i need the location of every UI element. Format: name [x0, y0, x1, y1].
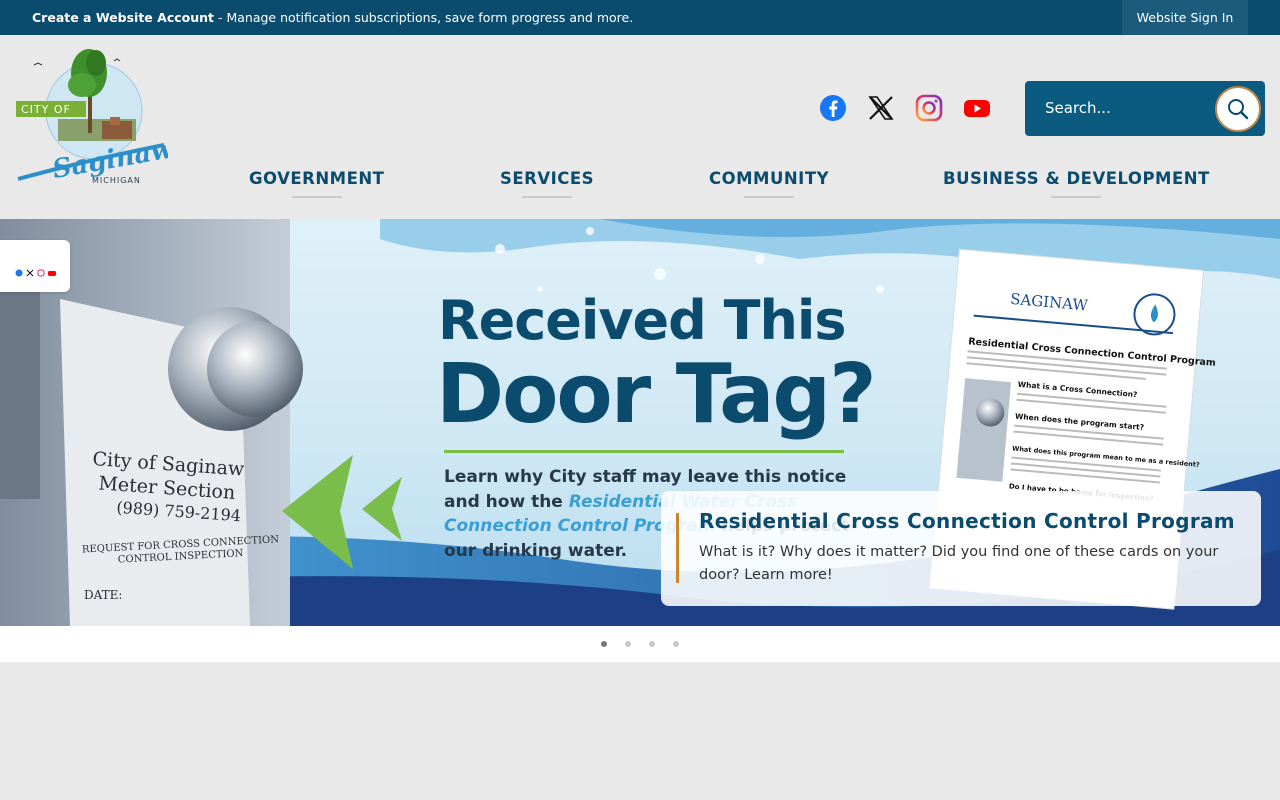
sign-in-button[interactable]: Website Sign In [1122, 0, 1248, 35]
carousel-dot-1[interactable] [601, 641, 607, 647]
nav-services-label: SERVICES [500, 169, 595, 188]
caption-title[interactable]: Residential Cross Connection Control Pro… [699, 509, 1235, 533]
search-button[interactable] [1215, 86, 1261, 132]
search-icon [1228, 99, 1249, 120]
main-nav: GOVERNMENT SERVICES COMMUNITY BUSINESS &… [0, 169, 1280, 209]
carousel-pagination [0, 626, 1280, 662]
nav-underline [291, 196, 342, 198]
city-logo[interactable]: CITY OF Saginaw MICHIGAN [14, 41, 177, 187]
instagram-icon[interactable] [37, 262, 45, 277]
caption-description: What is it? Why does it matter? Did you … [699, 544, 1219, 583]
x-icon[interactable] [866, 93, 896, 123]
create-account-link[interactable]: Create a Website Account [32, 10, 214, 25]
nav-community[interactable]: COMMUNITY [709, 169, 829, 198]
carousel-dot-4[interactable] [673, 641, 679, 647]
nav-community-label: COMMUNITY [709, 169, 830, 188]
logo-city-of: CITY OF [21, 103, 71, 116]
instagram-icon[interactable] [914, 93, 944, 123]
carousel-dot-2[interactable] [625, 641, 631, 647]
nav-services[interactable]: SERVICES [500, 169, 594, 198]
nav-underline [744, 196, 795, 198]
youtube-icon[interactable] [962, 93, 992, 123]
nav-underline [1051, 196, 1102, 198]
site-header: CITY OF Saginaw MICHIGAN GOVERNMENT SERV… [0, 35, 1280, 219]
hero-slide[interactable]: City of Saginaw Meter Section (989) 759-… [0, 219, 1280, 626]
nav-business-label: BUSINESS & DEVELOPMENT [943, 169, 1210, 188]
nav-government[interactable]: GOVERNMENT [249, 169, 384, 198]
x-icon[interactable] [26, 262, 34, 277]
hero-headline-large: Door Tag? [436, 347, 877, 442]
nav-business-development[interactable]: BUSINESS & DEVELOPMENT [943, 169, 1210, 198]
account-message-text: - Manage notification subscriptions, sav… [214, 10, 634, 25]
tag-date: DATE: [84, 588, 122, 602]
search-input[interactable] [1035, 91, 1215, 125]
carousel-dot-3[interactable] [649, 641, 655, 647]
social-links [818, 93, 992, 123]
hero-headline: Received This [438, 289, 847, 352]
youtube-icon[interactable] [47, 262, 56, 276]
nav-government-label: GOVERNMENT [249, 169, 385, 188]
hero-divider [444, 450, 844, 453]
top-bar: Create a Website Account - Manage notifi… [0, 0, 1280, 35]
nav-underline [522, 196, 573, 198]
facebook-icon[interactable] [818, 93, 848, 123]
caption-accent-bar [676, 513, 679, 583]
slide-caption[interactable]: Residential Cross Connection Control Pro… [661, 491, 1261, 606]
floating-social-bar [0, 240, 70, 292]
account-message: Create a Website Account - Manage notifi… [32, 10, 633, 25]
facebook-icon[interactable] [15, 262, 23, 277]
search-box [1025, 81, 1265, 136]
